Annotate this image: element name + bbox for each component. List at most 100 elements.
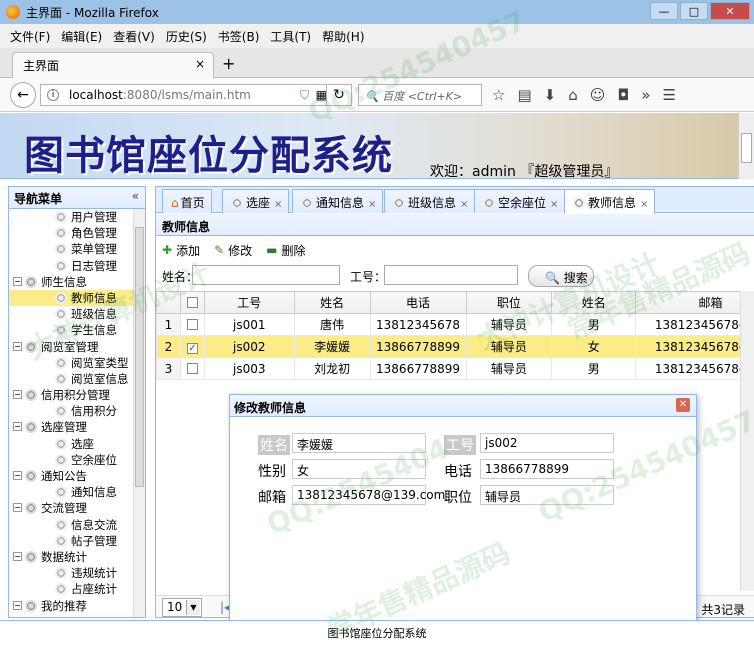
hamburger-menu-icon[interactable]: ☰ [662,86,675,104]
dialog-close-button[interactable]: ✕ [676,398,690,412]
row-select-cell[interactable]: ✓ [180,336,204,358]
tree-item[interactable]: 教师信息 [9,290,133,306]
column-header[interactable]: 职位 [466,292,552,314]
name-field[interactable]: 李媛媛 [292,433,426,453]
tree-group[interactable]: −交流管理 [9,500,133,516]
id-field[interactable]: js002 [480,433,614,453]
tree-item[interactable]: 占座统计 [9,581,133,597]
search-button[interactable]: 🔍 搜索 [528,265,594,287]
bookmark-star-icon[interactable]: ☆ [492,86,505,104]
tab-teacher-info[interactable]: 教师信息× [564,189,655,214]
tree-group[interactable]: −我的推荐 [9,598,133,614]
tab-notices[interactable]: 通知信息× [292,189,383,213]
tree-group[interactable]: −通知公告 [9,468,133,484]
tree-item[interactable]: 用户管理 [9,209,133,225]
table-row[interactable]: 3js003刘龙初13866778899辅导员男13812345678@13 [157,358,754,380]
row-checkbox[interactable] [187,363,198,374]
expand-toggle-icon[interactable]: − [13,277,22,286]
tree-item[interactable]: 空余座位 [9,452,133,468]
info-icon[interactable]: i [47,89,59,101]
chat-icon[interactable]: ☺ [590,86,606,104]
browser-tab-close-icon[interactable]: × [195,57,205,71]
tree-item[interactable]: 菜单管理 [9,241,133,257]
row-checkbox[interactable]: ✓ [187,343,198,354]
tree-item[interactable]: 阅览室类型 [9,355,133,371]
page-size-select[interactable]: 10▼ [162,598,202,617]
home-icon[interactable]: ⌂ [568,86,578,104]
tree-item[interactable]: 违规统计 [9,565,133,581]
close-window-button[interactable]: ✕ [710,2,750,20]
expand-toggle-icon[interactable]: − [13,503,22,512]
expand-toggle-icon[interactable]: − [13,552,22,561]
expand-toggle-icon[interactable]: − [13,422,22,431]
table-row[interactable]: 1js001唐伟13812345678辅导员男13812345678@13 [157,314,754,336]
menu-help[interactable]: 帮助(H) [322,28,364,45]
tree-item[interactable]: 日志管理 [9,258,133,274]
tab-close-icon[interactable]: × [274,199,282,210]
tree-group[interactable]: −师生信息 [9,274,133,290]
menu-bookmarks[interactable]: 书签(B) [218,28,260,45]
tab-close-icon[interactable]: × [640,199,648,210]
column-header[interactable]: 电话 [370,292,466,314]
maximize-button[interactable]: □ [680,2,708,20]
tab-seat-selection[interactable]: 选座× [222,189,289,213]
name-search-input[interactable] [192,265,340,285]
tree-group[interactable]: −数据统计 [9,549,133,565]
sidebar-scrollbar-thumb[interactable] [135,227,144,487]
sidebar-scrollbar[interactable] [133,209,145,617]
grid-scrollbar[interactable] [740,291,754,591]
collapse-sidebar-button[interactable]: « [132,189,139,203]
search-bar[interactable]: 🔍 百度 <Ctrl+K> [358,84,482,106]
id-search-input[interactable] [384,265,518,285]
tree-item[interactable]: 信用积分 [9,403,133,419]
menu-edit[interactable]: 编辑(E) [61,28,102,45]
tree-item[interactable]: 帖子管理 [9,533,133,549]
download-icon[interactable]: ⬇ [544,86,557,104]
menu-file[interactable]: 文件(F) [10,28,50,45]
add-button[interactable]: ✚添加 [162,242,200,259]
tree-item[interactable]: 选座 [9,436,133,452]
pocket-icon[interactable]: ◘ [617,86,629,104]
expand-toggle-icon[interactable]: − [13,390,22,399]
row-select-cell[interactable] [180,314,204,336]
tab-free-seats[interactable]: 空余座位× [474,189,565,213]
tree-item[interactable]: 通知信息 [9,484,133,500]
reading-list-icon[interactable]: ▤ [517,86,531,104]
page-scrollbar[interactable] [738,113,754,179]
menu-view[interactable]: 查看(V) [113,28,155,45]
select-all-header[interactable] [180,292,204,314]
minimize-button[interactable]: — [650,2,678,20]
column-header[interactable]: 工号 [204,292,294,314]
select-all-checkbox[interactable] [187,297,198,308]
edit-button[interactable]: ✎修改 [214,242,252,259]
column-header[interactable]: 姓名 [552,292,636,314]
tree-group[interactable]: −选座管理 [9,419,133,435]
position-field[interactable]: 辅导员 [480,485,614,505]
tab-home[interactable]: ⌂首页 [162,189,212,213]
tree-item[interactable]: 角色管理 [9,225,133,241]
new-tab-button[interactable]: + [222,54,235,73]
tab-close-icon[interactable]: × [368,199,376,210]
tab-classes[interactable]: 班级信息× [384,189,475,213]
tree-group[interactable]: −阅览室管理 [9,339,133,355]
tab-close-icon[interactable]: × [550,199,558,210]
tree-item[interactable]: 阅览室信息 [9,371,133,387]
url-bar[interactable]: i localhost:8080/lsms/main.htm ⛉ ▦ [40,84,350,106]
tree-item[interactable]: 班级信息 [9,306,133,322]
tree-group[interactable]: −信用积分管理 [9,387,133,403]
reload-button[interactable]: ↻ [326,84,352,106]
email-field[interactable]: 13812345678@139.com [292,485,426,505]
shield-icon[interactable]: ⛉ [300,88,309,103]
delete-button[interactable]: ▬删除 [266,242,305,259]
chevron-down-icon[interactable]: ▼ [186,600,200,615]
row-checkbox[interactable] [187,319,198,330]
expand-toggle-icon[interactable]: − [13,342,22,351]
menu-tools[interactable]: 工具(T) [270,28,311,45]
back-button[interactable]: ← [10,82,36,108]
expand-toggle-icon[interactable]: − [13,601,22,610]
gender-field[interactable]: 女 [292,459,426,479]
expand-toggle-icon[interactable]: − [13,471,22,480]
overflow-icon[interactable]: » [641,86,650,104]
tree-item[interactable]: 信息交流 [9,517,133,533]
column-header[interactable]: 邮箱 [636,292,754,314]
